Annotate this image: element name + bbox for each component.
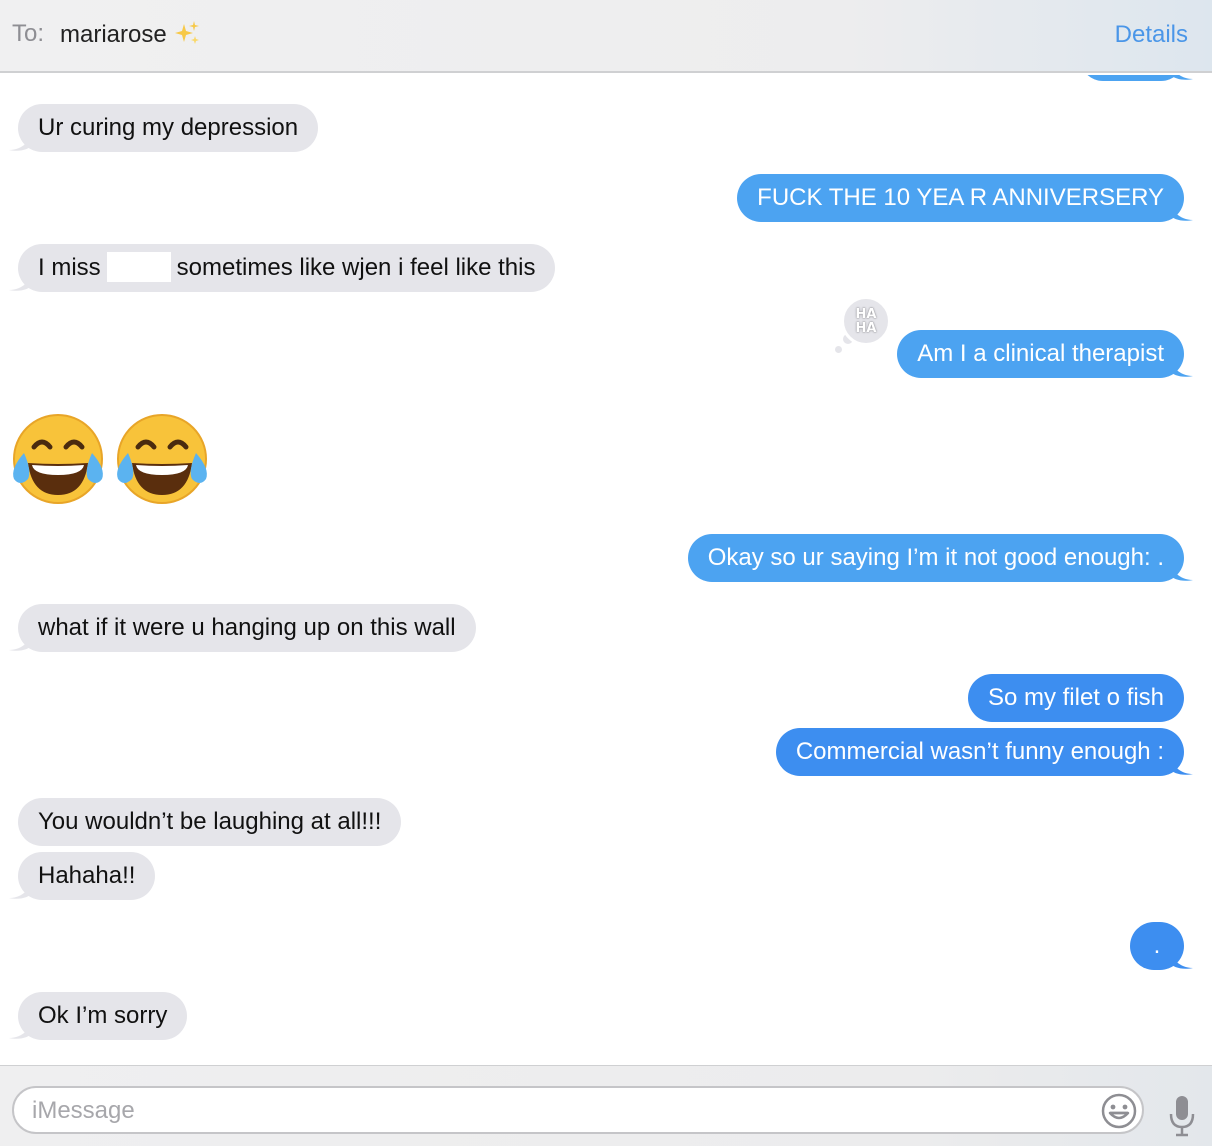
tapback-tail-dot [835, 346, 842, 353]
redacted-name [106, 251, 171, 282]
message-text: Okay so ur saying I’m it not good enough… [707, 544, 1164, 571]
haha-tapback-icon[interactable]: HA HA [841, 296, 891, 346]
message-text: Commercial wasn’t funny enough : [795, 738, 1164, 765]
message-text: Am I a clinical therapist [917, 340, 1164, 367]
message-text: FUCK THE 10 YEA R ANNIVERSERY [757, 184, 1164, 211]
message-input-placeholder: iMessage [32, 1097, 135, 1124]
bubble-tail [9, 270, 33, 291]
message-bubble-received[interactable]: You wouldn’t be laughing at all!!! [18, 798, 402, 846]
recipient-name[interactable]: mariarose [60, 21, 167, 49]
message-bubble-received[interactable]: I miss sometimes like wjen i feel like th… [9, 244, 556, 292]
message-bubble-sent[interactable]: Am I a clinical therapist [897, 330, 1193, 378]
bubble-tail [1169, 754, 1193, 775]
bubble-tail [1169, 948, 1193, 969]
message-input[interactable]: iMessage [12, 1086, 1144, 1134]
message-bubble-sent[interactable]: FUCK THE 10 YEA R ANNIVERSERY [737, 174, 1193, 222]
message-bubble-received[interactable]: Hahaha!! [9, 852, 156, 900]
message-bubble-received[interactable]: Ok I’m sorry [9, 992, 188, 1040]
to-label: To: [12, 20, 45, 47]
bubble-tail [9, 878, 33, 899]
composer-bar: iMessage [0, 1065, 1212, 1146]
message-bubble-sent[interactable]: Okay so ur saying I’m it not good enough… [687, 534, 1193, 582]
emoji-message-received[interactable] [10, 413, 215, 510]
message-text-after: sometimes like wjen i feel like this [176, 254, 536, 281]
message-bubble-sent-partial[interactable] [1080, 75, 1193, 81]
face-with-tears-of-joy-icon [13, 413, 215, 505]
details-button[interactable]: Details [1115, 21, 1188, 49]
message-bubble-sent[interactable]: Commercial wasn’t funny enough : [775, 728, 1193, 776]
message-text: what if it were u hanging up on this wal… [38, 614, 456, 641]
message-bubble-received[interactable]: Ur curing my depression [9, 104, 319, 152]
message-thread[interactable]: Ur curing my depression FUCK THE 10 YEA … [0, 75, 1212, 1065]
bubble-tail [9, 1018, 33, 1039]
bubble-tail [9, 630, 33, 651]
sparkles-icon [172, 18, 202, 53]
message-text: Ur curing my depression [38, 114, 299, 141]
message-bubble-sent[interactable]: . [1130, 922, 1193, 970]
bubble-tail [1169, 560, 1193, 581]
message-text: Ok I’m sorry [38, 1002, 168, 1029]
bubble-tail [1169, 356, 1193, 377]
bubble-tail [9, 130, 33, 151]
message-bubble-received[interactable]: what if it were u hanging up on this wal… [9, 604, 476, 652]
message-text: You wouldn’t be laughing at all!!! [38, 808, 382, 835]
message-text-before: I miss [38, 254, 101, 281]
message-text: So my filet o fish [987, 684, 1164, 711]
smiley-icon[interactable] [1100, 1092, 1138, 1135]
bubble-tail [1170, 75, 1193, 80]
bubble-tail [1169, 200, 1193, 221]
conversation-header: To: mariarose Details [0, 0, 1212, 73]
microphone-icon[interactable] [1168, 1094, 1196, 1143]
message-bubble-sent[interactable]: So my filet o fish [967, 674, 1184, 722]
message-text: Hahaha!! [38, 862, 136, 889]
message-text: . [1153, 932, 1161, 959]
